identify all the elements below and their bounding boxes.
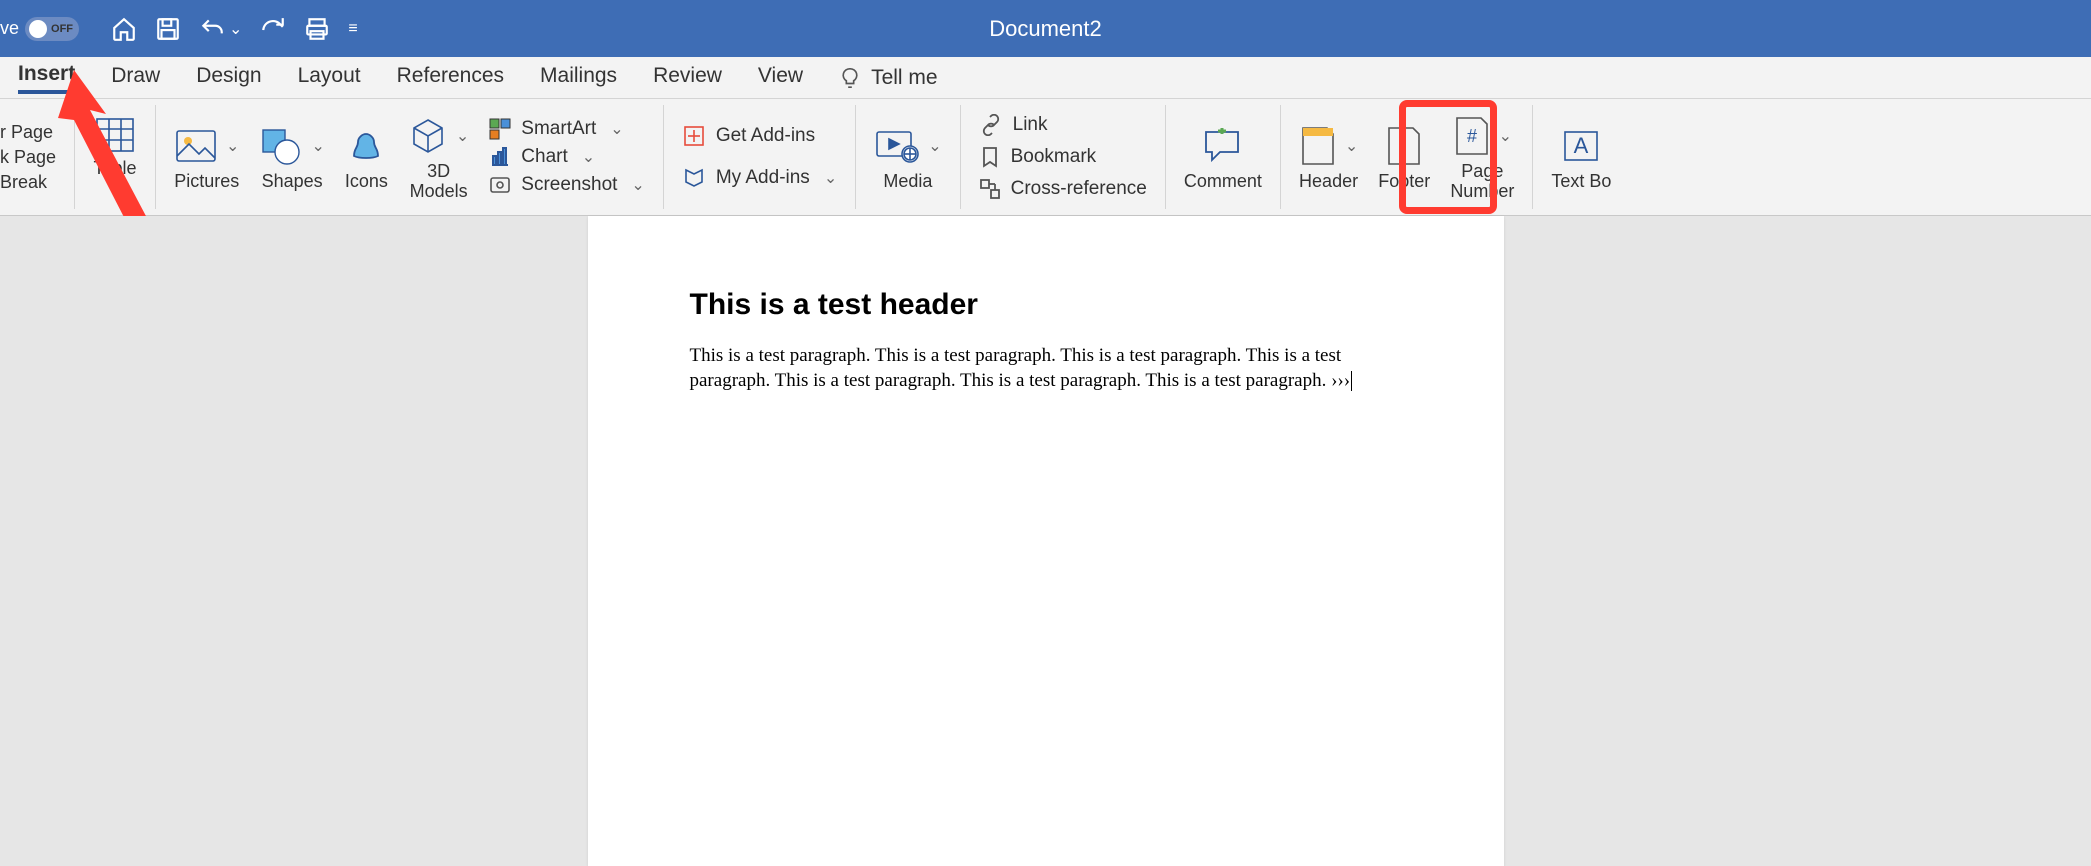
tab-draw[interactable]: Draw (111, 64, 160, 92)
tab-layout[interactable]: Layout (298, 64, 361, 92)
cross-reference-button[interactable]: Cross-reference (979, 178, 1147, 200)
page-number-button[interactable]: # ⌄ Page Number (1450, 113, 1514, 201)
pictures-button[interactable]: ⌄ Pictures (174, 123, 239, 191)
shapes-button[interactable]: ⌄ Shapes (259, 123, 324, 191)
ribbon-insert: r Page k Page Break Table ⌄ ⌄ Pictures (0, 99, 2091, 216)
chevron-down-icon: ⌄ (456, 126, 469, 146)
tab-view[interactable]: View (758, 64, 803, 92)
chevron-down-icon: ⌄ (1345, 136, 1358, 156)
comment-button[interactable]: Comment (1184, 123, 1262, 191)
tell-me-label: Tell me (871, 66, 938, 90)
document-header-text[interactable]: This is a test header (690, 288, 1402, 322)
toggle-off-text: OFF (51, 23, 73, 35)
icons-button[interactable]: Icons (345, 123, 388, 191)
qat-more-icon[interactable]: ≡ (348, 20, 357, 38)
link-button[interactable]: Link (979, 114, 1147, 136)
page-break-button[interactable]: Break (0, 172, 47, 193)
autosave-label: ve (0, 18, 19, 39)
svg-text:A: A (1574, 133, 1589, 158)
document-paragraph[interactable]: This is a test paragraph. This is a test… (690, 344, 1402, 393)
titlebar: ve OFF ⌄ ≡ Document2 (0, 0, 2091, 57)
tab-mailings[interactable]: Mailings (540, 64, 617, 92)
quick-access-toolbar: ⌄ ≡ (111, 16, 358, 42)
tell-me-search[interactable]: Tell me (839, 66, 938, 90)
print-icon[interactable] (304, 16, 330, 42)
3d-models-button[interactable]: ⌄ 3D Models (408, 113, 469, 201)
document-canvas[interactable]: This is a test header This is a test par… (0, 216, 2091, 866)
smartart-button[interactable]: SmartArt⌄ (489, 118, 645, 140)
table-button[interactable]: Table ⌄ (93, 112, 137, 202)
document-page[interactable]: This is a test header This is a test par… (588, 216, 1504, 866)
chevron-down-icon: ⌄ (1499, 126, 1512, 146)
redo-icon[interactable] (260, 16, 286, 42)
text-box-button[interactable]: A Text Bo (1551, 123, 1611, 191)
footer-button[interactable]: Footer (1378, 123, 1430, 191)
document-title: Document2 (989, 16, 1102, 42)
autosave-toggle[interactable]: ve OFF (0, 17, 79, 41)
svg-text:#: # (1467, 126, 1477, 146)
screenshot-button[interactable]: Screenshot⌄ (489, 174, 645, 196)
media-button[interactable]: ⌄ Media (874, 123, 941, 191)
my-addins-button[interactable]: My Add-ins⌄ (682, 166, 837, 190)
chevron-down-icon: ⌄ (928, 136, 941, 156)
tab-strip: Insert Draw Design Layout References Mai… (0, 57, 2091, 99)
blank-page-button[interactable]: k Page (0, 147, 56, 168)
cover-page-button[interactable]: r Page (0, 122, 53, 143)
save-icon[interactable] (155, 16, 181, 42)
tab-design[interactable]: Design (196, 64, 261, 92)
get-addins-button[interactable]: Get Add-ins (682, 124, 837, 148)
undo-button[interactable]: ⌄ (199, 16, 242, 42)
home-icon[interactable] (111, 16, 137, 42)
tab-insert[interactable]: Insert (18, 62, 75, 94)
chevron-down-icon: ⌄ (110, 182, 123, 202)
header-button[interactable]: ⌄ Header (1299, 123, 1358, 191)
tab-review[interactable]: Review (653, 64, 722, 92)
chevron-down-icon: ⌄ (311, 136, 324, 156)
chart-button[interactable]: Chart⌄ (489, 146, 645, 168)
tab-references[interactable]: References (397, 64, 504, 92)
chevron-down-icon: ⌄ (226, 136, 239, 156)
bookmark-button[interactable]: Bookmark (979, 146, 1147, 168)
toggle-switch[interactable]: OFF (25, 17, 79, 41)
text-cursor (1351, 371, 1352, 391)
